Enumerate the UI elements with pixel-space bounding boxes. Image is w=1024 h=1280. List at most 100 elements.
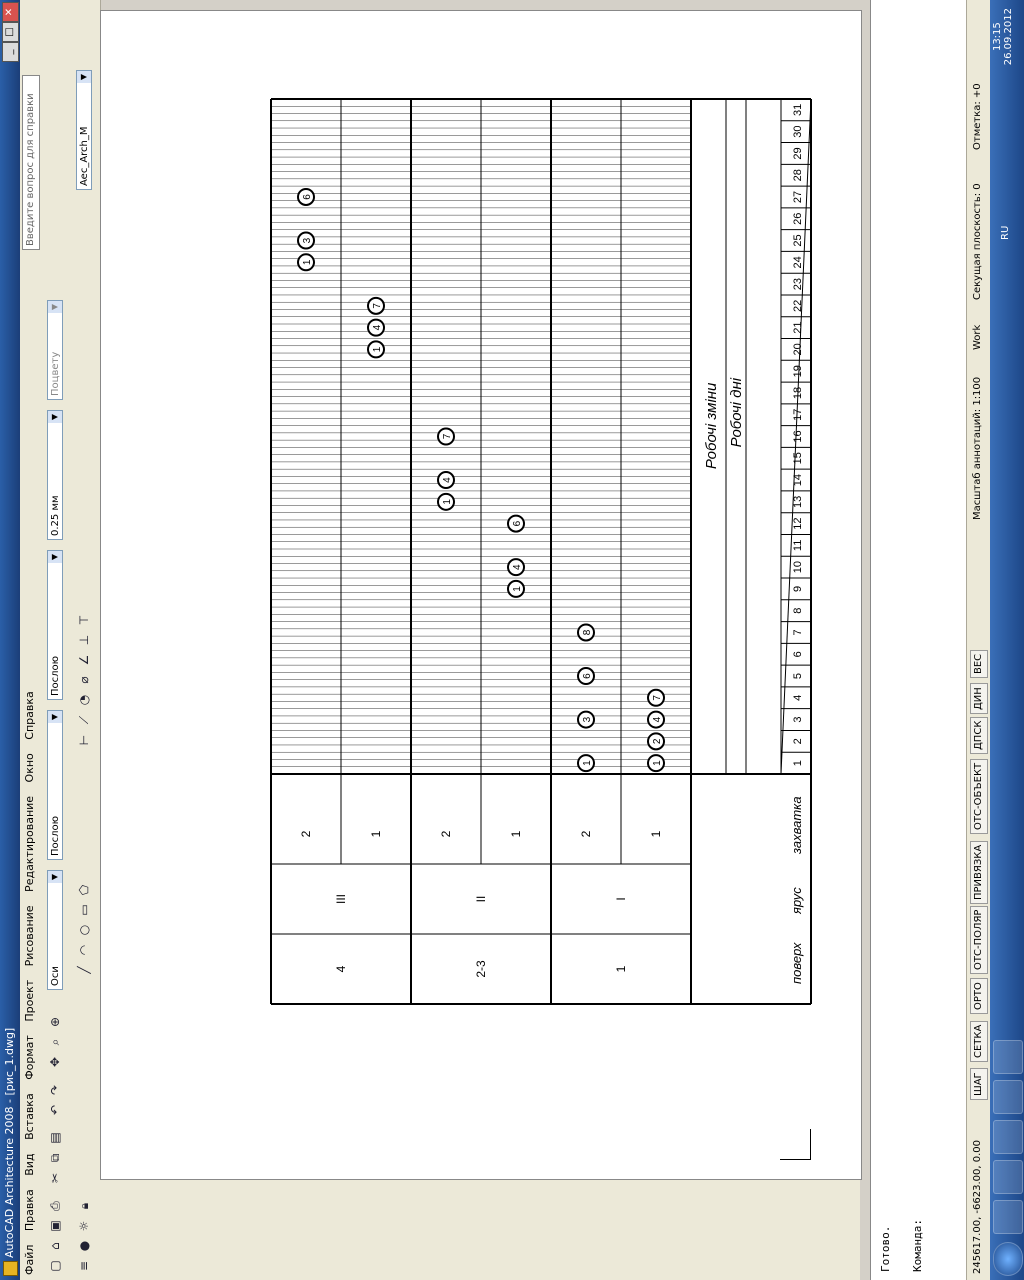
dimension-baseline-icon[interactable]: ⊥ bbox=[74, 630, 94, 650]
process-marker-label: 3 bbox=[582, 716, 593, 722]
toggle-osnap[interactable]: ПРИВЯЗКА bbox=[970, 840, 988, 904]
day-label: 12 bbox=[792, 517, 804, 529]
taskbar-word[interactable] bbox=[993, 1080, 1023, 1114]
toggle-ducs[interactable]: ДПСК bbox=[970, 716, 988, 754]
cut-icon[interactable]: ✂ bbox=[45, 1168, 65, 1188]
taskbar-autocad[interactable] bbox=[993, 1040, 1023, 1074]
circle-icon[interactable]: ○ bbox=[74, 920, 94, 940]
dimension-continue-icon[interactable]: ⊤ bbox=[74, 610, 94, 630]
grip-label: 2 bbox=[299, 830, 313, 837]
clock[interactable]: 13:15 26.09.2012 bbox=[992, 8, 1014, 65]
save-icon[interactable]: ▣ bbox=[45, 1216, 65, 1236]
linetype-combo[interactable]: Послою ▼ bbox=[47, 550, 63, 700]
dimension-diameter-icon[interactable]: ⌀ bbox=[74, 670, 94, 690]
chevron-down-icon: ▼ bbox=[48, 711, 62, 723]
menu-file[interactable]: Файл bbox=[20, 1240, 39, 1280]
dimstyle-combo[interactable]: Aec_Arch_M ▼ bbox=[76, 70, 92, 190]
maximize-button[interactable]: □ bbox=[2, 22, 19, 42]
language-indicator[interactable]: RU bbox=[1000, 226, 1011, 240]
window-title: AutoCAD Architecture 2008 - [рис_1.dwg] bbox=[3, 1027, 16, 1258]
header-tier: ярус bbox=[789, 887, 804, 915]
process-marker-label: 1 bbox=[302, 259, 313, 265]
toggle-polar[interactable]: ОТС-ПОЛЯР bbox=[970, 905, 988, 974]
left-tool-strip bbox=[100, 1180, 860, 1280]
toggle-ortho[interactable]: ОРТО bbox=[970, 978, 988, 1014]
paste-icon[interactable]: ▤ bbox=[45, 1128, 65, 1148]
print-icon[interactable]: ⎙ bbox=[45, 1196, 65, 1216]
open-icon[interactable]: ⌂ bbox=[45, 1236, 65, 1256]
day-label: 25 bbox=[792, 234, 804, 246]
lineweight-combo[interactable]: 0.25 мм ▼ bbox=[47, 410, 63, 540]
process-marker-label: 7 bbox=[372, 303, 383, 309]
chevron-down-icon: ▼ bbox=[48, 411, 62, 423]
command-prompt[interactable]: Команда: bbox=[911, 1219, 924, 1272]
status-bar: 245617.00, -6623.00, 0.00 ШАГ СЕТКА ОРТО… bbox=[966, 0, 991, 1280]
help-search-input[interactable]: Введите вопрос для справки bbox=[22, 75, 40, 250]
toggle-grid[interactable]: СЕТКА bbox=[970, 1020, 988, 1062]
redo-icon[interactable]: ↷ bbox=[45, 1080, 65, 1100]
tier-label: I bbox=[614, 897, 628, 900]
dimension-aligned-icon[interactable]: ⟋ bbox=[74, 710, 94, 730]
day-label: 20 bbox=[792, 343, 804, 355]
menu-view[interactable]: Вид bbox=[20, 1148, 39, 1180]
grip-label: 2 bbox=[579, 830, 593, 837]
menu-insert[interactable]: Вставка bbox=[20, 1088, 39, 1145]
menu-help[interactable]: Справка bbox=[20, 686, 39, 744]
copy-icon[interactable]: ⧉ bbox=[45, 1148, 65, 1168]
pan-icon[interactable]: ✥ bbox=[45, 1052, 65, 1072]
chevron-down-icon: ▼ bbox=[48, 551, 62, 563]
menu-draw[interactable]: Рисование bbox=[20, 900, 39, 971]
menu-format[interactable]: Формат bbox=[20, 1030, 39, 1085]
toggle-dyn[interactable]: ДИН bbox=[970, 683, 988, 714]
toggle-snap[interactable]: ШАГ bbox=[970, 1068, 988, 1100]
start-button[interactable] bbox=[993, 1242, 1023, 1276]
day-label: 15 bbox=[792, 452, 804, 464]
menu-window[interactable]: Окно bbox=[20, 748, 39, 787]
zoom-icon[interactable]: ⌕ bbox=[45, 1032, 65, 1052]
polygon-icon[interactable]: ⬠ bbox=[74, 880, 94, 900]
taskbar-explorer[interactable] bbox=[993, 1200, 1023, 1234]
day-label: 2 bbox=[792, 738, 804, 744]
taskbar-ie[interactable] bbox=[993, 1120, 1023, 1154]
title-bar: AutoCAD Architecture 2008 - [рис_1.dwg] … bbox=[0, 0, 20, 1280]
taskbar-media[interactable] bbox=[993, 1160, 1023, 1194]
new-icon[interactable]: ▢ bbox=[45, 1256, 65, 1276]
day-label: 11 bbox=[792, 540, 804, 551]
minimize-button[interactable]: _ bbox=[2, 42, 19, 62]
tier-label: III bbox=[334, 894, 348, 904]
tier-label: II bbox=[474, 896, 488, 903]
arc-icon[interactable]: ◠ bbox=[74, 940, 94, 960]
workspace-label[interactable]: Work bbox=[972, 325, 983, 350]
menu-project[interactable]: Проект bbox=[20, 975, 39, 1027]
process-marker-label: 4 bbox=[442, 477, 453, 483]
undo-icon[interactable]: ↶ bbox=[45, 1100, 65, 1120]
toggle-lwt[interactable]: ВЕС bbox=[970, 649, 988, 678]
autocad-window: AutoCAD Architecture 2008 - [рис_1.dwg] … bbox=[0, 0, 1024, 1280]
draw-toolbar: ≡ ● ☼ 🔒︎ ╱ ◠ ○ ▭ ⬠ ⊢ ⟋ ◔ ⌀ ∠ ⊥ ⊤ Aec_Arc… bbox=[68, 0, 101, 1280]
layer-combo[interactable]: Оси ▼ bbox=[47, 870, 63, 990]
annotation-scale[interactable]: Масштаб аннотаций: 1:100 bbox=[972, 377, 983, 520]
process-marker-label: 4 bbox=[652, 716, 663, 722]
rectangle-icon[interactable]: ▭ bbox=[74, 900, 94, 920]
dimension-angle-icon[interactable]: ∠ bbox=[74, 650, 94, 670]
line-icon[interactable]: ╱ bbox=[74, 960, 94, 980]
menu-edit[interactable]: Правка bbox=[20, 1184, 39, 1236]
bulb-icon[interactable]: ● bbox=[74, 1236, 94, 1256]
drawing-canvas[interactable]: 1 2 3 4 5 6 7 8 9 10 11 12 13 14 15 16 17 18 19 20 21 22 23 24 2… bbox=[100, 10, 862, 1180]
toggle-otrack[interactable]: ОТС-ОБЪЕКТ bbox=[970, 758, 988, 834]
plotstyle-combo[interactable]: Поцвету ▼ bbox=[47, 300, 63, 400]
section-plane-label[interactable]: Секущая плоскость: 0 bbox=[972, 183, 983, 300]
zoom-window-icon[interactable]: ⊕ bbox=[45, 1012, 65, 1032]
close-button[interactable]: ✕ bbox=[2, 2, 19, 22]
menu-modify[interactable]: Редактирование bbox=[20, 791, 39, 897]
command-window[interactable]: Готово. Команда: bbox=[870, 0, 967, 1280]
elevation-label[interactable]: Отметка: +0 bbox=[972, 83, 983, 150]
lock-icon[interactable]: 🔒︎ bbox=[74, 1196, 94, 1216]
process-marker-label: 3 bbox=[302, 237, 313, 243]
layer-manager-icon[interactable]: ≡ bbox=[74, 1256, 94, 1276]
sun-icon[interactable]: ☼ bbox=[74, 1216, 94, 1236]
day-label: 6 bbox=[792, 651, 804, 657]
dimension-radius-icon[interactable]: ◔ bbox=[74, 690, 94, 710]
dimension-linear-icon[interactable]: ⊢ bbox=[74, 730, 94, 750]
color-combo[interactable]: Послою ▼ bbox=[47, 710, 63, 860]
